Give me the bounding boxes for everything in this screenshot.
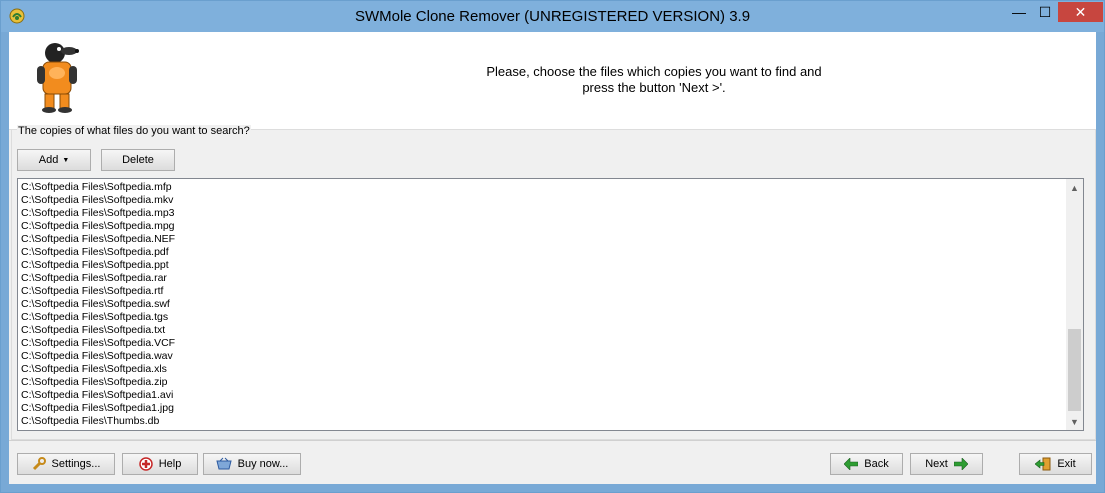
window-title: SWMole Clone Remover (UNREGISTERED VERSI… (354, 8, 751, 25)
close-button[interactable]: ✕ (1058, 2, 1103, 22)
list-item[interactable]: C:\Softpedia Files\Softpedia1.jpg (21, 402, 1065, 415)
list-item[interactable]: C:\Softpedia Files\Softpedia.xls (21, 363, 1065, 376)
arrow-right-icon (953, 458, 968, 470)
exit-button-label: Exit (1057, 458, 1076, 470)
next-button[interactable]: Next (910, 453, 983, 475)
files-group-label: The copies of what files do you want to … (17, 125, 251, 137)
basket-icon (215, 457, 232, 471)
client-area: Please, choose the files which copies yo… (9, 32, 1096, 484)
back-button[interactable]: Back (830, 453, 903, 475)
help-button-label: Help (158, 458, 182, 470)
file-list[interactable]: C:\Softpedia Files\Softpedia.mfp C:\Softp… (17, 178, 1084, 431)
list-item[interactable]: C:\Softpedia Files\Softpedia1.avi (21, 389, 1065, 402)
list-item[interactable]: C:\Softpedia Files\Softpedia.mp3 (21, 207, 1065, 220)
delete-button-label: Delete (122, 154, 154, 166)
add-button-label: Add (38, 154, 59, 166)
settings-button-label: Settings... (51, 458, 101, 470)
list-item[interactable]: C:\Softpedia Files\Softpedia.txt (21, 324, 1065, 337)
exit-door-icon (1035, 457, 1051, 471)
title-bar[interactable]: SWMole Clone Remover (UNREGISTERED VERSI… (1, 1, 1104, 32)
exit-button[interactable]: Exit (1019, 453, 1092, 475)
help-icon (138, 457, 153, 471)
scroll-thumb[interactable] (1068, 329, 1081, 411)
footer-divider (9, 440, 1096, 441)
settings-button[interactable]: Settings... (17, 453, 115, 475)
list-item[interactable]: C:\Softpedia Files\Softpedia.pdf (21, 246, 1065, 259)
list-item[interactable]: C:\Softpedia Files\Softpedia.mkv (21, 194, 1065, 207)
instructions-text: Please, choose the files which copies yo… (409, 64, 899, 96)
list-item[interactable]: C:\Softpedia Files\Softpedia.zip (21, 376, 1065, 389)
back-button-label: Back (864, 458, 889, 470)
app-window: SWMole Clone Remover (UNREGISTERED VERSI… (0, 0, 1105, 493)
list-item[interactable]: C:\Softpedia Files\Softpedia.VCF (21, 337, 1065, 350)
mole-mascot (37, 43, 79, 113)
list-item[interactable]: C:\Softpedia Files\Softpedia.swf (21, 298, 1065, 311)
list-item[interactable]: C:\Softpedia Files\Softpedia.rar (21, 272, 1065, 285)
minimize-button[interactable]: — (1006, 2, 1032, 22)
wrench-icon (32, 457, 46, 471)
list-item[interactable]: C:\Softpedia Files\Softpedia.wav (21, 350, 1065, 363)
add-button[interactable]: Add ▼ (17, 149, 91, 171)
wizard-header: Please, choose the files which copies yo… (9, 32, 1096, 130)
next-button-label: Next (925, 458, 948, 470)
maximize-button[interactable]: ☐ (1032, 2, 1058, 22)
list-item[interactable]: C:\Softpedia Files\Softpedia.mpg (21, 220, 1065, 233)
vertical-scrollbar[interactable]: ▲ ▼ (1066, 179, 1083, 430)
dropdown-arrow-icon: ▼ (62, 156, 70, 164)
list-item[interactable]: C:\Softpedia Files\Thumbs.db (21, 415, 1065, 428)
instructions-line-2: press the button 'Next >'. (582, 80, 726, 95)
list-item[interactable]: C:\Softpedia Files\Softpedia.NEF (21, 233, 1065, 246)
buy-now-button-label: Buy now... (237, 458, 289, 470)
help-button[interactable]: Help (122, 453, 198, 475)
scroll-down-icon[interactable]: ▼ (1066, 413, 1083, 430)
file-list-items: C:\Softpedia Files\Softpedia.mfp C:\Softp… (21, 181, 1065, 428)
buy-now-button[interactable]: Buy now... (203, 453, 301, 475)
arrow-left-icon (844, 458, 859, 470)
instructions-line-1: Please, choose the files which copies yo… (486, 64, 822, 79)
list-item[interactable]: C:\Softpedia Files\Softpedia.ppt (21, 259, 1065, 272)
list-item[interactable]: C:\Softpedia Files\Softpedia.rtf (21, 285, 1065, 298)
list-item[interactable]: C:\Softpedia Files\Softpedia.tgs (21, 311, 1065, 324)
scroll-up-icon[interactable]: ▲ (1066, 179, 1083, 196)
delete-button[interactable]: Delete (101, 149, 175, 171)
list-item[interactable]: C:\Softpedia Files\Softpedia.mfp (21, 181, 1065, 194)
